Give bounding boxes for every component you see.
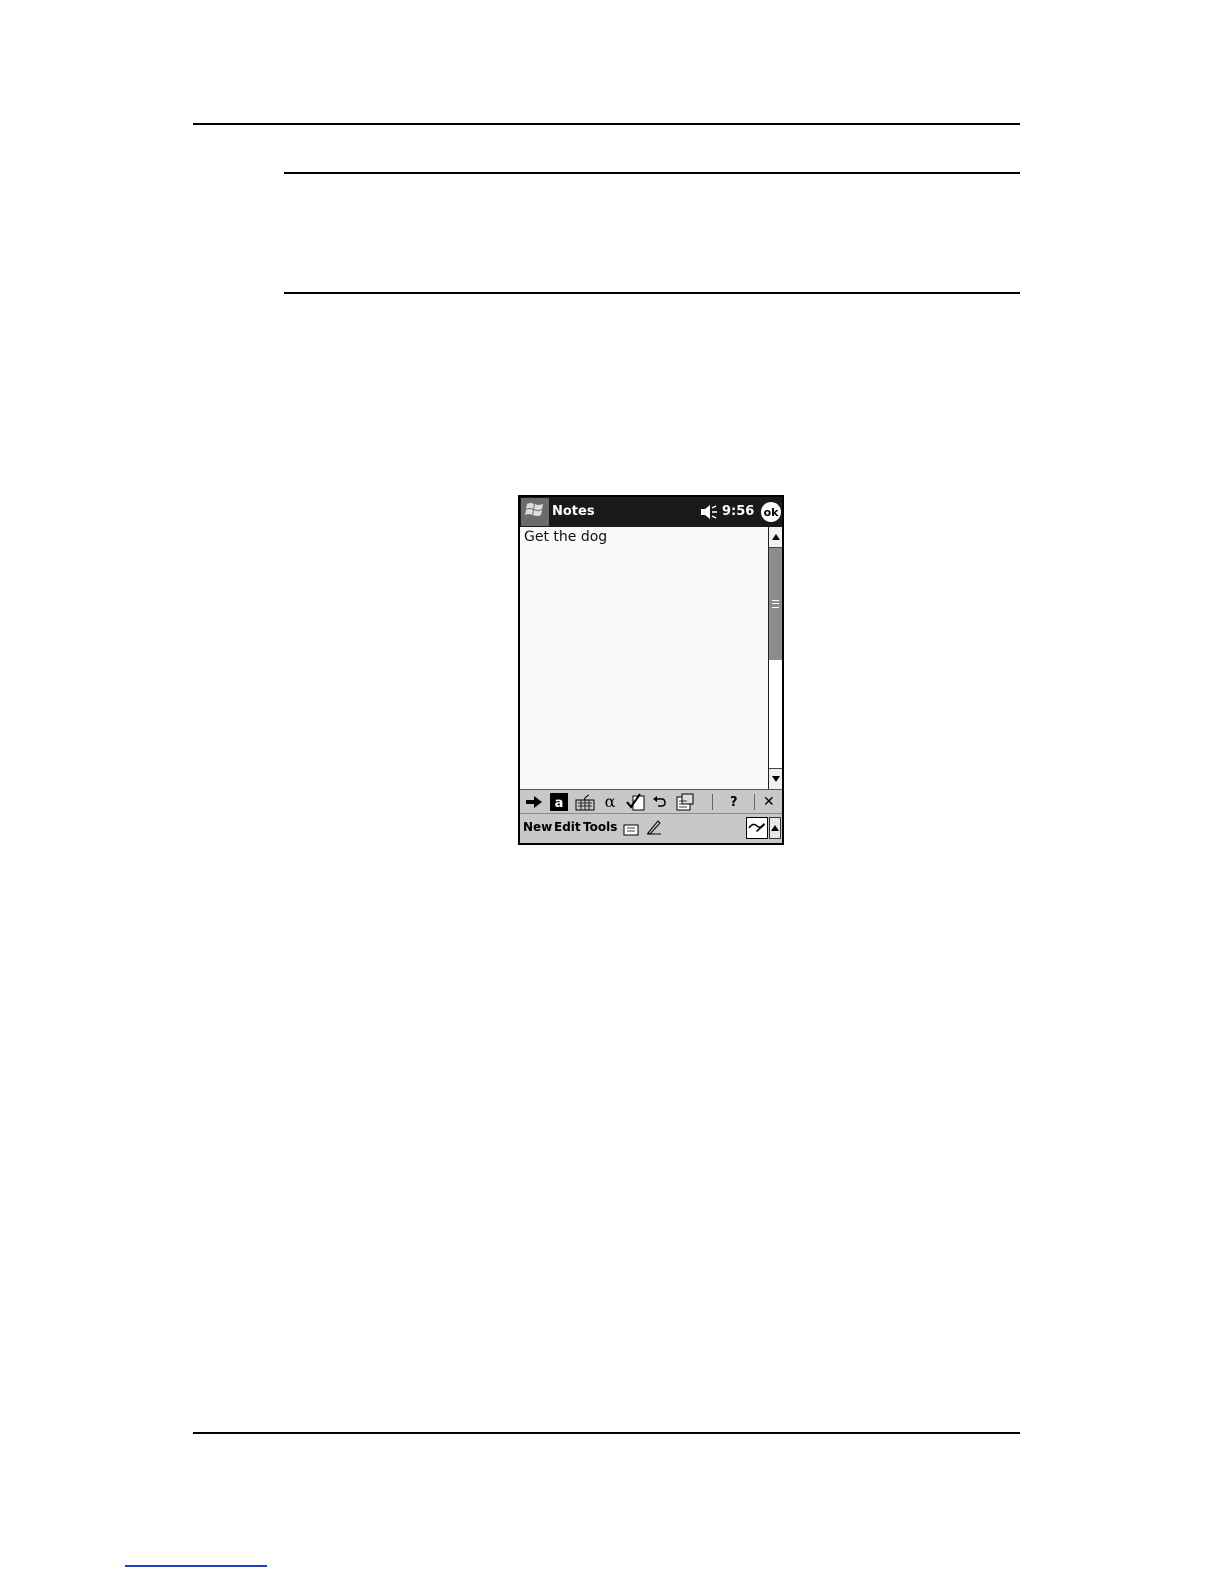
start-button[interactable] <box>521 498 549 526</box>
pen-icon[interactable] <box>646 819 662 839</box>
header-rule <box>193 123 1020 125</box>
recording-toolbar-icon[interactable] <box>623 821 639 840</box>
ok-button[interactable]: ok <box>761 502 781 522</box>
arrow-up-icon <box>771 534 780 540</box>
grip-icon <box>772 600 779 608</box>
arrow-down-icon <box>771 776 780 782</box>
help-icon[interactable]: ? <box>730 793 738 811</box>
handwriting-input-icon <box>748 819 766 838</box>
clock[interactable]: 9:56 <box>722 504 754 519</box>
undo-icon[interactable] <box>651 793 667 811</box>
recognize-icon[interactable] <box>675 793 695 811</box>
note-editor[interactable]: Get the dog <box>520 527 768 789</box>
text-mode-icon[interactable]: a <box>550 793 568 811</box>
note-text: Get the dog <box>524 529 608 545</box>
close-icon[interactable]: ✕ <box>763 793 775 811</box>
footer-rule <box>193 1432 1020 1434</box>
title-bar: Notes 9:56 ok <box>520 497 782 527</box>
app-title: Notes <box>552 504 595 519</box>
input-selector-arrow[interactable] <box>769 817 781 839</box>
enter-arrow-icon[interactable] <box>525 793 543 811</box>
pocket-pc-screen: Notes 9:56 ok Get the dog a α ? ✕ New Ed… <box>518 495 784 845</box>
arrow-up-icon <box>771 825 779 831</box>
menu-bar: New Edit Tools <box>520 813 782 843</box>
scroll-thumb[interactable] <box>769 548 782 660</box>
toolbar-separator <box>712 794 713 810</box>
spell-check-icon[interactable] <box>626 793 646 811</box>
keyboard-icon[interactable] <box>575 793 595 811</box>
alpha-icon[interactable]: α <box>602 793 618 811</box>
vertical-scrollbar[interactable] <box>768 527 782 789</box>
speaker-icon[interactable] <box>700 504 718 524</box>
note-box-bottom-rule <box>284 292 1020 294</box>
scroll-up-button[interactable] <box>769 527 782 548</box>
input-method-button[interactable] <box>746 817 768 839</box>
note-box-top-rule <box>284 172 1020 174</box>
windows-flag-icon <box>525 501 545 523</box>
toolbar-separator <box>754 794 755 810</box>
scroll-down-button[interactable] <box>769 768 782 789</box>
svg-text:α: α <box>605 793 616 811</box>
recognizer-toolbar: a α ? ✕ <box>520 789 782 813</box>
svg-text:a: a <box>555 796 564 811</box>
footer-link-underline <box>125 1565 267 1567</box>
menu-new[interactable]: New <box>523 820 552 834</box>
menu-tools[interactable]: Tools <box>583 820 617 834</box>
menu-edit[interactable]: Edit <box>554 820 581 834</box>
